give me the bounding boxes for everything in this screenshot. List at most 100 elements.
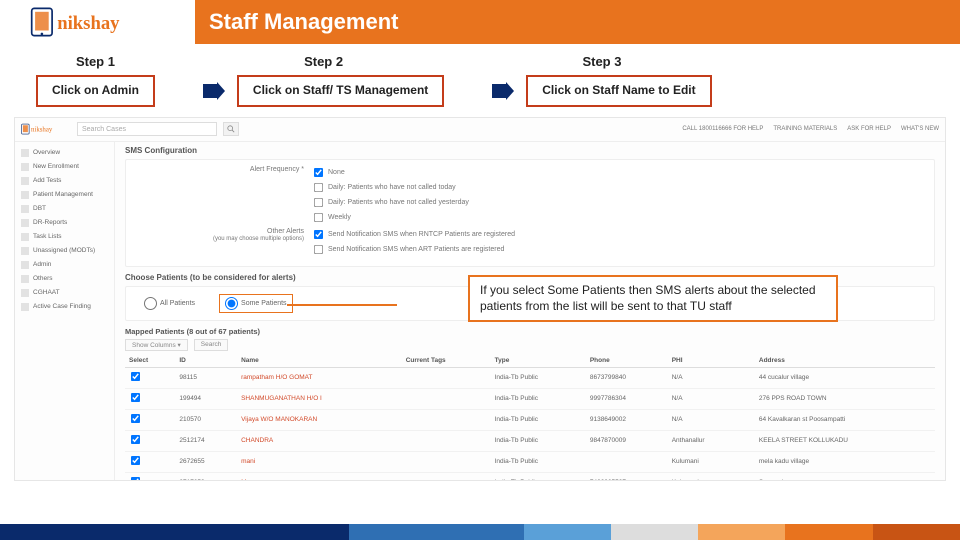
- sidebar-item-label: Others: [33, 275, 53, 282]
- page-title: Staff Management: [195, 0, 960, 44]
- menu-icon: [21, 275, 29, 283]
- sidebar-item-label: Unassigned (MODTs): [33, 247, 95, 254]
- training-link[interactable]: TRAINING MATERIALS: [773, 126, 837, 132]
- step-1: Step 1 Click on Admin: [36, 54, 155, 107]
- column-header[interactable]: Select: [125, 354, 175, 368]
- sidebar-item[interactable]: DBT: [15, 202, 114, 216]
- alert-frequency-label: Alert Frequency *: [134, 166, 304, 173]
- table-controls: Show Columns ▾ Search: [125, 339, 935, 351]
- step-1-box: Click on Admin: [36, 75, 155, 107]
- sidebar-item[interactable]: DR-Reports: [15, 216, 114, 230]
- sidebar-item[interactable]: Unassigned (MODTs): [15, 244, 114, 258]
- step-2-box: Click on Staff/ TS Management: [237, 75, 444, 107]
- column-header[interactable]: Name: [237, 354, 402, 368]
- patients-table: SelectIDNameCurrent TagsTypePhonePHIAddr…: [125, 354, 935, 480]
- help-phone-link[interactable]: CALL 1800116666 FOR HELP: [682, 126, 763, 132]
- row-select[interactable]: [125, 472, 175, 480]
- freq-option[interactable]: Weekly: [312, 211, 469, 224]
- row-select[interactable]: [125, 409, 175, 430]
- search-input[interactable]: Search Cases: [77, 122, 217, 136]
- alert-config-panel: Alert Frequency * None Daily: Patients wh…: [125, 159, 935, 267]
- sidebar-item[interactable]: Add Tests: [15, 174, 114, 188]
- menu-icon: [21, 205, 29, 213]
- show-columns-button[interactable]: Show Columns ▾: [125, 339, 188, 351]
- menu-icon: [21, 219, 29, 227]
- menu-icon: [21, 163, 29, 171]
- svg-text:nikshay: nikshay: [57, 13, 120, 34]
- sidebar-item[interactable]: Admin: [15, 258, 114, 272]
- whats-new-link[interactable]: WHAT'S NEW: [901, 126, 939, 132]
- sidebar-item-label: Overview: [33, 149, 60, 156]
- menu-icon: [21, 247, 29, 255]
- table-row: 2672655maniIndia-Tb PublicKulumanimela k…: [125, 451, 935, 472]
- sidebar-item[interactable]: CGHAAT: [15, 286, 114, 300]
- table-row: 2512174CHANDRAIndia-Tb Public9847870009A…: [125, 430, 935, 451]
- column-header[interactable]: PHI: [668, 354, 755, 368]
- freq-option[interactable]: Daily: Patients who have not called toda…: [312, 181, 469, 194]
- svg-text:nikshay: nikshay: [31, 127, 53, 134]
- sidebar-item[interactable]: New Enrollment: [15, 160, 114, 174]
- sidebar-item[interactable]: Others: [15, 272, 114, 286]
- menu-icon: [21, 177, 29, 185]
- arrow-right-icon: [203, 82, 225, 100]
- step-3-box: Click on Staff Name to Edit: [526, 75, 711, 107]
- sidebar-item-label: DBT: [33, 205, 46, 212]
- table-row: 210570Vijaya W/O MANOKARANIndia-Tb Publi…: [125, 409, 935, 430]
- sidebar-item-label: Active Case Finding: [33, 303, 91, 310]
- footer-strip: [0, 524, 960, 540]
- sms-config-title: SMS Configuration: [125, 146, 935, 155]
- column-header[interactable]: Phone: [586, 354, 668, 368]
- column-header[interactable]: Current Tags: [402, 354, 491, 368]
- table-search-input[interactable]: Search: [194, 339, 229, 351]
- sidebar-item-label: Patient Management: [33, 191, 93, 198]
- menu-icon: [21, 233, 29, 241]
- table-row: 98115rampatham H/O GOMATIndia-Tb Public8…: [125, 367, 935, 388]
- row-select[interactable]: [125, 451, 175, 472]
- sidebar-item-label: CGHAAT: [33, 289, 60, 296]
- freq-option[interactable]: None: [312, 166, 469, 179]
- menu-icon: [21, 191, 29, 199]
- column-header[interactable]: ID: [175, 354, 237, 368]
- app-logo: nikshay: [0, 0, 195, 44]
- row-select[interactable]: [125, 430, 175, 451]
- sidebar-item[interactable]: Task Lists: [15, 230, 114, 244]
- other-alert-option[interactable]: Send Notification SMS when ART Patients …: [312, 243, 515, 256]
- other-alerts-options: Send Notification SMS when RNTCP Patient…: [312, 228, 515, 256]
- search-icon[interactable]: [223, 122, 239, 136]
- sidebar-item-label: DR-Reports: [33, 219, 67, 226]
- ask-help-link[interactable]: ASK FOR HELP: [847, 126, 891, 132]
- top-links: CALL 1800116666 FOR HELP TRAINING MATERI…: [682, 126, 939, 132]
- menu-icon: [21, 289, 29, 297]
- sidebar-item-label: New Enrollment: [33, 163, 79, 170]
- sidebar-item[interactable]: Patient Management: [15, 188, 114, 202]
- radio-some-patients[interactable]: Some Patients: [225, 297, 287, 310]
- sidebar-item-label: Add Tests: [33, 177, 61, 184]
- callout-connector: [287, 304, 397, 306]
- table-row: 2717659MurugesanIndia-Tb Public740206553…: [125, 472, 935, 480]
- sidebar-item[interactable]: Overview: [15, 146, 114, 160]
- sidebar-item[interactable]: Active Case Finding: [15, 300, 114, 314]
- step-2: Step 2 Click on Staff/ TS Management: [203, 54, 444, 107]
- radio-all-patients[interactable]: All Patients: [144, 297, 195, 310]
- menu-icon: [21, 149, 29, 157]
- info-callout: If you select Some Patients then SMS ale…: [468, 275, 838, 322]
- other-alert-option[interactable]: Send Notification SMS when RNTCP Patient…: [312, 228, 515, 241]
- menu-icon: [21, 303, 29, 311]
- sidebar: Overview New Enrollment Add Tests Patient M…: [15, 142, 115, 480]
- sidebar-item-label: Admin: [33, 261, 51, 268]
- mock-topbar: nikshay Search Cases CALL 1800116666 FOR…: [15, 118, 945, 142]
- row-select[interactable]: [125, 367, 175, 388]
- mapped-patients-title: Mapped Patients (8 out of 67 patients): [125, 327, 935, 336]
- row-select[interactable]: [125, 388, 175, 409]
- steps-row: Step 1 Click on Admin Step 2 Click on St…: [36, 54, 960, 107]
- arrow-right-icon: [492, 82, 514, 100]
- step-3: Step 3 Click on Staff Name to Edit: [492, 54, 711, 107]
- menu-icon: [21, 261, 29, 269]
- header: nikshay Staff Management: [0, 0, 960, 44]
- freq-option[interactable]: Daily: Patients who have not called yest…: [312, 196, 469, 209]
- column-header[interactable]: Type: [491, 354, 586, 368]
- other-alerts-label: Other Alerts (you may choose multiple op…: [134, 228, 304, 242]
- column-header[interactable]: Address: [755, 354, 935, 368]
- sidebar-item-label: Task Lists: [33, 233, 62, 240]
- mock-logo: nikshay: [21, 122, 71, 136]
